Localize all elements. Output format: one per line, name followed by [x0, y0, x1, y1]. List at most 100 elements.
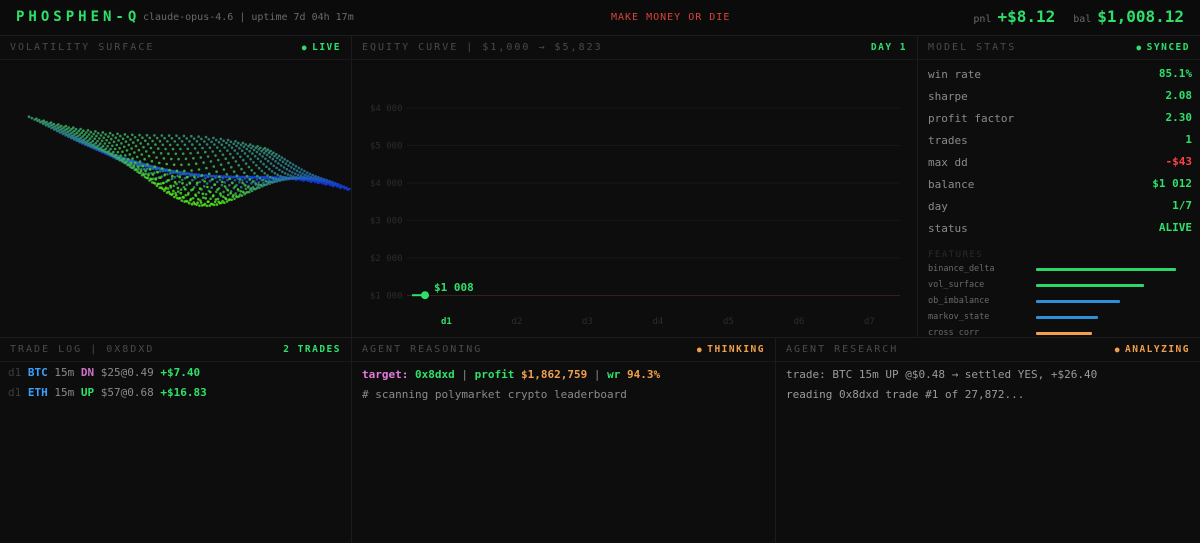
stat-value: 2.08 [1165, 89, 1193, 102]
equity-point[interactable] [421, 291, 429, 300]
balance-value: $1,008.12 [1097, 7, 1184, 26]
brand-logo: PHOSPHEN-Q [16, 9, 141, 25]
day-badge: DAY 1 [870, 42, 907, 53]
panel-title: VOLATILITY SURFACE [10, 42, 155, 53]
stat-value: $1 012 [1152, 177, 1192, 190]
y-tick-label: $4 000 [370, 179, 403, 189]
equity-value-label: $1 008 [434, 281, 474, 294]
trade-symbol: ETH [27, 386, 48, 399]
stat-key: win rate [928, 68, 981, 81]
stat-key: max dd [928, 156, 968, 169]
equity-chart[interactable]: $4 000 $5 000 $4 000 $3 000 $2 000 $1 000 d1 d2… [352, 60, 917, 337]
stat-row: profit factor 2.30 [928, 108, 1192, 130]
panel-header: VOLATILITY SURFACE ● LIVE [0, 36, 351, 60]
x-tick-label: d5 [723, 317, 734, 327]
feature-row: cross_corr [928, 326, 1192, 336]
feature-importance-bar [1036, 332, 1092, 335]
agent-research-panel: AGENT RESEARCH ● ANALYZING trade: BTC 15m… [776, 338, 1200, 543]
trade-timeframe: 15m [54, 366, 75, 379]
pnl-label: pnl [973, 14, 992, 25]
header-metrics: pnl +$8.12 bal $1,008.12 [973, 7, 1184, 26]
x-tick-label: d2 [512, 317, 523, 327]
research-trade-line: trade: BTC 15m UP @$0.48 → settled YES, … [786, 368, 1098, 381]
panel-header: MODEL STATS ● SYNCED [918, 36, 1200, 60]
agent-reasoning-panel: AGENT REASONING ● THINKING target: 0x8dxd… [352, 338, 776, 543]
stat-value: 1 [1185, 133, 1192, 146]
stat-row: trades 1 [928, 130, 1192, 152]
surface-points [27, 115, 351, 208]
panel-title: TRADE LOG | 0X8DXD [10, 344, 155, 355]
stat-value: 2.30 [1165, 111, 1193, 124]
stat-value: 1/7 [1172, 199, 1192, 212]
y-tick-label: $2 000 [370, 254, 403, 264]
panel-title: MODEL STATS [928, 42, 1017, 53]
y-tick-label: $5 000 [370, 142, 403, 152]
tagline: MAKE MONEY OR DIE [611, 12, 731, 23]
feature-row: vol_surface [928, 278, 1192, 294]
trade-count-badge: 2 TRADES [283, 344, 341, 355]
stat-key: day [928, 200, 948, 213]
panel-header: TRADE LOG | 0X8DXD 2 TRADES [0, 338, 351, 362]
trade-day: d1 [8, 386, 22, 399]
stat-key: trades [928, 134, 968, 147]
research-progress-line: reading 0x8dxd trade #1 of 27,872... [786, 388, 1025, 401]
stat-row: balance $1 012 [928, 174, 1192, 196]
stat-key: profit factor [928, 112, 1015, 125]
x-tick-label: d4 [653, 317, 664, 327]
trade-direction: UP [80, 386, 95, 399]
panel-header: AGENT RESEARCH ● ANALYZING [776, 338, 1200, 362]
trade-timeframe: 15m [54, 386, 75, 399]
live-badge: ● LIVE [301, 42, 341, 53]
x-tick-label: d3 [582, 317, 593, 327]
feature-importance-bar [1036, 316, 1098, 319]
trade-entry: $57@0.68 [100, 386, 154, 399]
synced-badge: ● SYNCED [1136, 42, 1190, 53]
status-dot-icon: ● [1114, 345, 1122, 354]
trade-symbol: BTC [27, 366, 48, 379]
volatility-surface-panel: VOLATILITY SURFACE ● LIVE [0, 36, 352, 338]
trade-log-panel: TRADE LOG | 0X8DXD 2 TRADES d1 BTC 15m D… [0, 338, 352, 543]
thinking-badge: ● THINKING [696, 344, 765, 355]
reasoning-status-line: # scanning polymarket crypto leaderboard [362, 388, 627, 401]
panel-title: AGENT REASONING [362, 344, 483, 355]
trade-entry: $25@0.49 [100, 366, 154, 379]
x-tick-label: d7 [864, 317, 875, 327]
stat-row: day 1/7 [928, 196, 1192, 218]
trade-direction: DN [80, 366, 95, 379]
stat-value: -$43 [1165, 155, 1193, 168]
stat-value: 85.1% [1158, 67, 1192, 80]
trade-row[interactable]: d1 ETH 15m UP $57@0.68 +$16.83 [8, 386, 207, 404]
equity-curve-panel: EQUITY CURVE | $1,000 → $5,823 DAY 1 $4 … [352, 36, 918, 338]
feature-name: cross_corr [928, 328, 980, 336]
stat-row: sharpe 2.08 [928, 86, 1192, 108]
volatility-surface-plot[interactable] [0, 60, 351, 337]
features-header: FEATURES [928, 250, 984, 260]
feature-importance-bar [1036, 268, 1176, 271]
feature-name: markov_state [928, 312, 990, 322]
feature-name: ob_imbalance [928, 296, 990, 306]
y-tick-label: $3 000 [370, 217, 403, 227]
panel-header: EQUITY CURVE | $1,000 → $5,823 DAY 1 [352, 36, 917, 60]
status-dot-icon: ● [301, 43, 309, 52]
top-header: PHOSPHEN-Q claude-opus-4.6 | uptime 7d 0… [0, 0, 1200, 36]
feature-row: ob_imbalance [928, 294, 1192, 310]
analyzing-badge: ● ANALYZING [1114, 344, 1190, 355]
panel-header: AGENT REASONING ● THINKING [352, 338, 775, 362]
stat-key: balance [928, 178, 975, 191]
y-tick-label: $1 000 [370, 292, 403, 302]
x-tick-label: d1 [441, 317, 452, 327]
feature-name: vol_surface [928, 280, 985, 290]
balance-label: bal [1073, 14, 1092, 25]
model-uptime: claude-opus-4.6 | uptime 7d 04h 17m [143, 12, 354, 23]
stat-row: max dd -$43 [928, 152, 1192, 174]
stat-row: win rate 85.1% [928, 64, 1192, 86]
feature-importance-bar [1036, 300, 1120, 303]
trade-row[interactable]: d1 BTC 15m DN $25@0.49 +$7.40 [8, 366, 200, 384]
stat-row: status ALIVE [928, 218, 1192, 240]
status-dot-icon: ● [696, 345, 704, 354]
reasoning-target-line: target: 0x8dxd | profit $1,862,759 | wr … [362, 368, 661, 381]
feature-name: binance_delta [928, 264, 995, 274]
feature-row: binance_delta [928, 262, 1192, 278]
stat-key: sharpe [928, 90, 968, 103]
trade-pnl: +$16.83 [160, 386, 207, 399]
